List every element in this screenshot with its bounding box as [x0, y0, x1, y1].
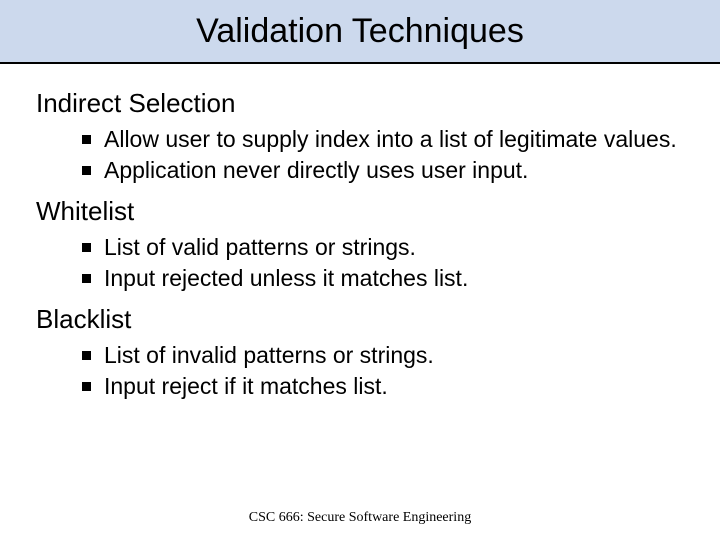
bullet-list: Allow user to supply index into a list o…	[36, 125, 684, 186]
list-item: Application never directly uses user inp…	[82, 156, 684, 185]
bullet-list: List of invalid patterns or strings. Inp…	[36, 341, 684, 402]
list-item: Allow user to supply index into a list o…	[82, 125, 684, 154]
list-item: Input rejected unless it matches list.	[82, 264, 684, 293]
list-item: List of invalid patterns or strings.	[82, 341, 684, 370]
section-indirect-selection: Indirect Selection Allow user to supply …	[36, 88, 684, 186]
section-blacklist: Blacklist List of invalid patterns or st…	[36, 304, 684, 402]
section-heading: Blacklist	[36, 304, 684, 335]
section-whitelist: Whitelist List of valid patterns or stri…	[36, 196, 684, 294]
title-bar: Validation Techniques	[0, 0, 720, 64]
list-item: Input reject if it matches list.	[82, 372, 684, 401]
slide-content: Indirect Selection Allow user to supply …	[0, 64, 720, 402]
list-item: List of valid patterns or strings.	[82, 233, 684, 262]
section-heading: Indirect Selection	[36, 88, 684, 119]
slide-footer: CSC 666: Secure Software Engineering	[0, 510, 720, 526]
section-heading: Whitelist	[36, 196, 684, 227]
bullet-list: List of valid patterns or strings. Input…	[36, 233, 684, 294]
slide-title: Validation Techniques	[196, 12, 524, 51]
